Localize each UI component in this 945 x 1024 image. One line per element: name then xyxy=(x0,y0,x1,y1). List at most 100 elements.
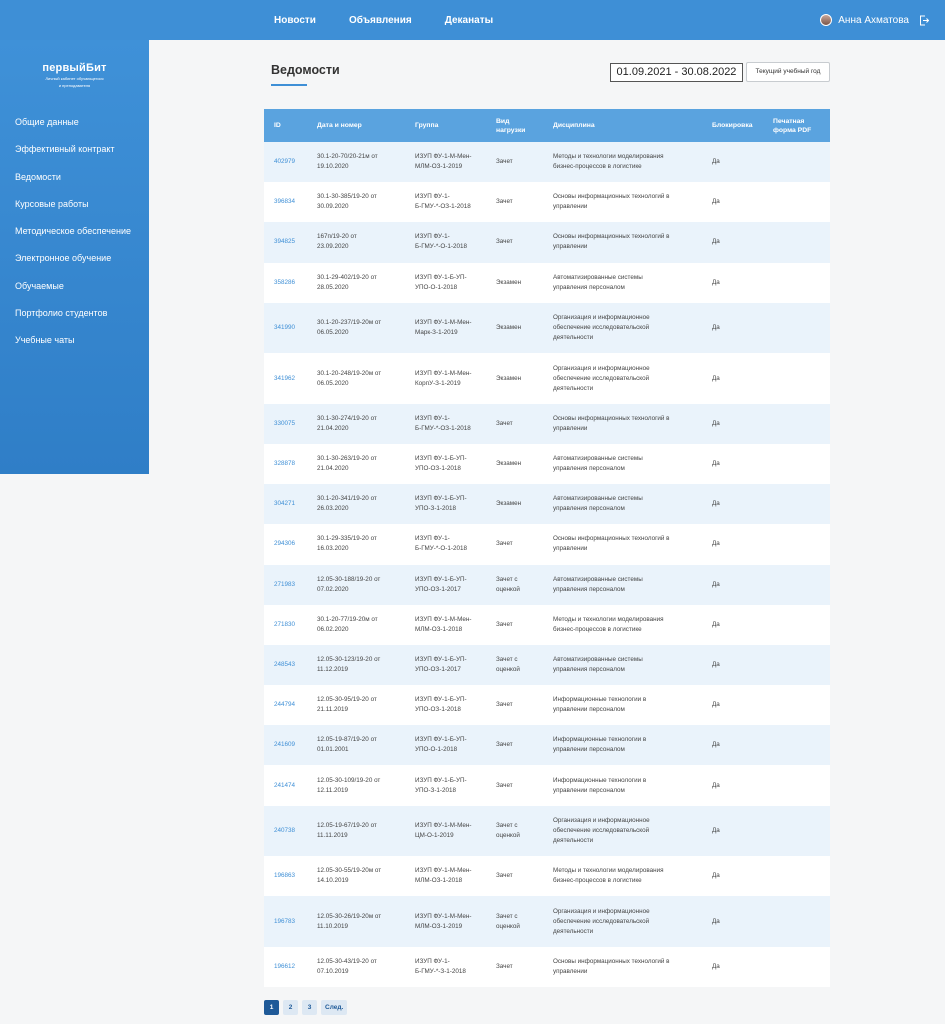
col-header-pdf[interactable]: Печатная форма PDF xyxy=(763,109,830,142)
nav-deans-link[interactable]: Деканаты xyxy=(445,15,493,26)
cell-pdf[interactable] xyxy=(763,524,830,564)
table-row[interactable]: 341990 30.1-20-237/19-20м от 06.05.2020 ИЗУ… xyxy=(264,302,830,354)
cell-pdf[interactable] xyxy=(763,947,830,987)
cell-id[interactable]: 271983 xyxy=(264,565,307,605)
sidebar-item-statements[interactable]: Ведомости xyxy=(15,171,131,198)
nav-news-link[interactable]: Новости xyxy=(274,15,316,26)
statement-id-link[interactable]: 396834 xyxy=(274,198,295,205)
cell-id[interactable]: 196783 xyxy=(264,896,307,947)
cell-pdf[interactable] xyxy=(763,645,830,685)
table-row[interactable]: 330075 30.1-30-274/19-20 от 21.04.2020 ИЗУП… xyxy=(264,403,830,444)
statement-id-link[interactable]: 294306 xyxy=(274,540,295,547)
table-row[interactable]: 402979 30.1-20-70/20-21м от 19.10.2020 ИЗУП… xyxy=(264,142,830,183)
col-header-id[interactable]: ID xyxy=(264,109,307,142)
statement-id-link[interactable]: 328878 xyxy=(274,460,295,467)
cell-id[interactable]: 330075 xyxy=(264,404,307,444)
cell-id[interactable]: 358286 xyxy=(264,263,307,303)
cell-id[interactable]: 341962 xyxy=(264,353,307,404)
cell-pdf[interactable] xyxy=(763,856,830,896)
cell-pdf[interactable] xyxy=(763,765,830,805)
col-header-group[interactable]: Группа xyxy=(405,109,486,142)
col-header-block[interactable]: Блокировка xyxy=(702,109,763,142)
statement-id-link[interactable]: 341962 xyxy=(274,375,295,382)
statement-id-link[interactable]: 304271 xyxy=(274,500,295,507)
cell-pdf[interactable] xyxy=(763,303,830,354)
cell-pdf[interactable] xyxy=(763,685,830,725)
statement-id-link[interactable]: 240738 xyxy=(274,827,295,834)
table-row[interactable]: 241474 12.05-30-109/19-20 от 12.11.2019 ИЗУ… xyxy=(264,765,830,806)
cell-pdf[interactable] xyxy=(763,605,830,645)
cell-pdf[interactable] xyxy=(763,725,830,765)
table-row[interactable]: 240738 12.05-19-67/19-20 от 11.11.2019 ИЗУП… xyxy=(264,805,830,857)
cell-id[interactable]: 341990 xyxy=(264,303,307,354)
table-row[interactable]: 394825 167п/19-20 от 23.09.2020 ИЗУП ФУ-1- Б… xyxy=(264,222,830,263)
current-year-button[interactable]: Текущий учебный год xyxy=(746,62,830,82)
cell-pdf[interactable] xyxy=(763,484,830,524)
statement-id-link[interactable]: 402979 xyxy=(274,158,295,165)
page-3-button[interactable]: 3 xyxy=(302,1000,317,1015)
cell-pdf[interactable] xyxy=(763,896,830,947)
page-1-button[interactable]: 1 xyxy=(264,1000,279,1015)
table-row[interactable]: 341962 30.1-20-248/19-20м от 06.05.2020 ИЗУ… xyxy=(264,353,830,404)
statement-id-link[interactable]: 341990 xyxy=(274,324,295,331)
cell-id[interactable]: 304271 xyxy=(264,484,307,524)
statement-id-link[interactable]: 358286 xyxy=(274,279,295,286)
statement-id-link[interactable]: 244794 xyxy=(274,701,295,708)
cell-id[interactable]: 294306 xyxy=(264,524,307,564)
user-menu[interactable]: Анна Ахматова xyxy=(820,0,930,40)
table-row[interactable]: 241609 12.05-19-87/19-20 от 01.01.2001 ИЗУП… xyxy=(264,725,830,766)
user-name[interactable]: Анна Ахматова xyxy=(838,15,909,26)
statement-id-link[interactable]: 241609 xyxy=(274,741,295,748)
table-row[interactable]: 271983 12.05-30-188/19-20 от 07.02.2020 ИЗУ… xyxy=(264,564,830,605)
table-row[interactable]: 196783 12.05-30-26/19-20м от 11.10.2019 ИЗУ… xyxy=(264,896,830,947)
table-row[interactable]: 358286 30.1-29-402/19-20 от 28.05.2020 ИЗУП… xyxy=(264,262,830,303)
sidebar-item-coursework[interactable]: Курсовые работы xyxy=(15,198,131,225)
sidebar-item-contract[interactable]: Эффективный контракт xyxy=(15,143,131,170)
statement-id-link[interactable]: 196612 xyxy=(274,963,295,970)
statement-id-link[interactable]: 196783 xyxy=(274,918,295,925)
cell-pdf[interactable] xyxy=(763,353,830,404)
table-row[interactable]: 304271 30.1-20-341/19-20 от 26.03.2020 ИЗУП… xyxy=(264,484,830,525)
table-row[interactable]: 271830 30.1-20-77/19-20м от 06.02.2020 ИЗУП… xyxy=(264,604,830,645)
cell-id[interactable]: 271830 xyxy=(264,605,307,645)
statement-id-link[interactable]: 394825 xyxy=(274,238,295,245)
period-field[interactable]: 01.09.2021 - 30.08.2022 xyxy=(610,63,743,82)
cell-pdf[interactable] xyxy=(763,182,830,222)
sidebar-item-elearning[interactable]: Электронное обучение xyxy=(15,252,131,279)
cell-id[interactable]: 248543 xyxy=(264,645,307,685)
logo[interactable]: первыйБит Личный кабинет обучающегося и … xyxy=(0,62,149,88)
nav-announcements-link[interactable]: Объявления xyxy=(349,15,412,26)
sidebar-item-methodical[interactable]: Методическое обеспечение xyxy=(15,225,131,252)
cell-id[interactable]: 402979 xyxy=(264,142,307,182)
cell-pdf[interactable] xyxy=(763,263,830,303)
table-row[interactable]: 328878 30.1-30-263/19-20 от 21.04.2020 ИЗУП… xyxy=(264,443,830,485)
table-row[interactable]: 294306 30.1-29-335/19-20 от 16.03.2020 ИЗУП… xyxy=(264,524,830,565)
table-row[interactable]: 244794 12.05-30-95/19-20 от 21.11.2019 ИЗУП… xyxy=(264,685,830,726)
cell-id[interactable]: 328878 xyxy=(264,444,307,484)
statement-id-link[interactable]: 330075 xyxy=(274,420,295,427)
next-page-button[interactable]: След. xyxy=(321,1000,348,1015)
statement-id-link[interactable]: 271983 xyxy=(274,581,295,588)
cell-pdf[interactable] xyxy=(763,142,830,182)
cell-id[interactable]: 241609 xyxy=(264,725,307,765)
cell-pdf[interactable] xyxy=(763,806,830,857)
sidebar-item-chats[interactable]: Учебные чаты xyxy=(15,334,131,361)
cell-pdf[interactable] xyxy=(763,444,830,484)
avatar[interactable] xyxy=(820,14,833,26)
sidebar-item-portfolio[interactable]: Портфолио студентов xyxy=(15,307,131,334)
statement-id-link[interactable]: 248543 xyxy=(274,661,295,668)
cell-id[interactable]: 394825 xyxy=(264,222,307,262)
statement-id-link[interactable]: 241474 xyxy=(274,782,295,789)
table-row[interactable]: 196863 12.05-30-55/19-20м от 14.10.2019 ИЗУ… xyxy=(264,856,830,897)
statement-id-link[interactable]: 271830 xyxy=(274,621,295,628)
cell-pdf[interactable] xyxy=(763,222,830,262)
page-2-button[interactable]: 2 xyxy=(283,1000,298,1015)
cell-id[interactable]: 396834 xyxy=(264,182,307,222)
sidebar-item-general[interactable]: Общие данные xyxy=(15,116,131,143)
cell-id[interactable]: 244794 xyxy=(264,685,307,725)
table-row[interactable]: 196612 12.05-30-43/19-20 от 07.10.2019 ИЗУП… xyxy=(264,946,830,987)
col-header-load[interactable]: Вид нагрузки xyxy=(486,109,543,142)
cell-id[interactable]: 241474 xyxy=(264,765,307,805)
table-row[interactable]: 396834 30.1-30-385/19-20 от 30.09.2020 ИЗУП… xyxy=(264,182,830,223)
statement-id-link[interactable]: 196863 xyxy=(274,872,295,879)
